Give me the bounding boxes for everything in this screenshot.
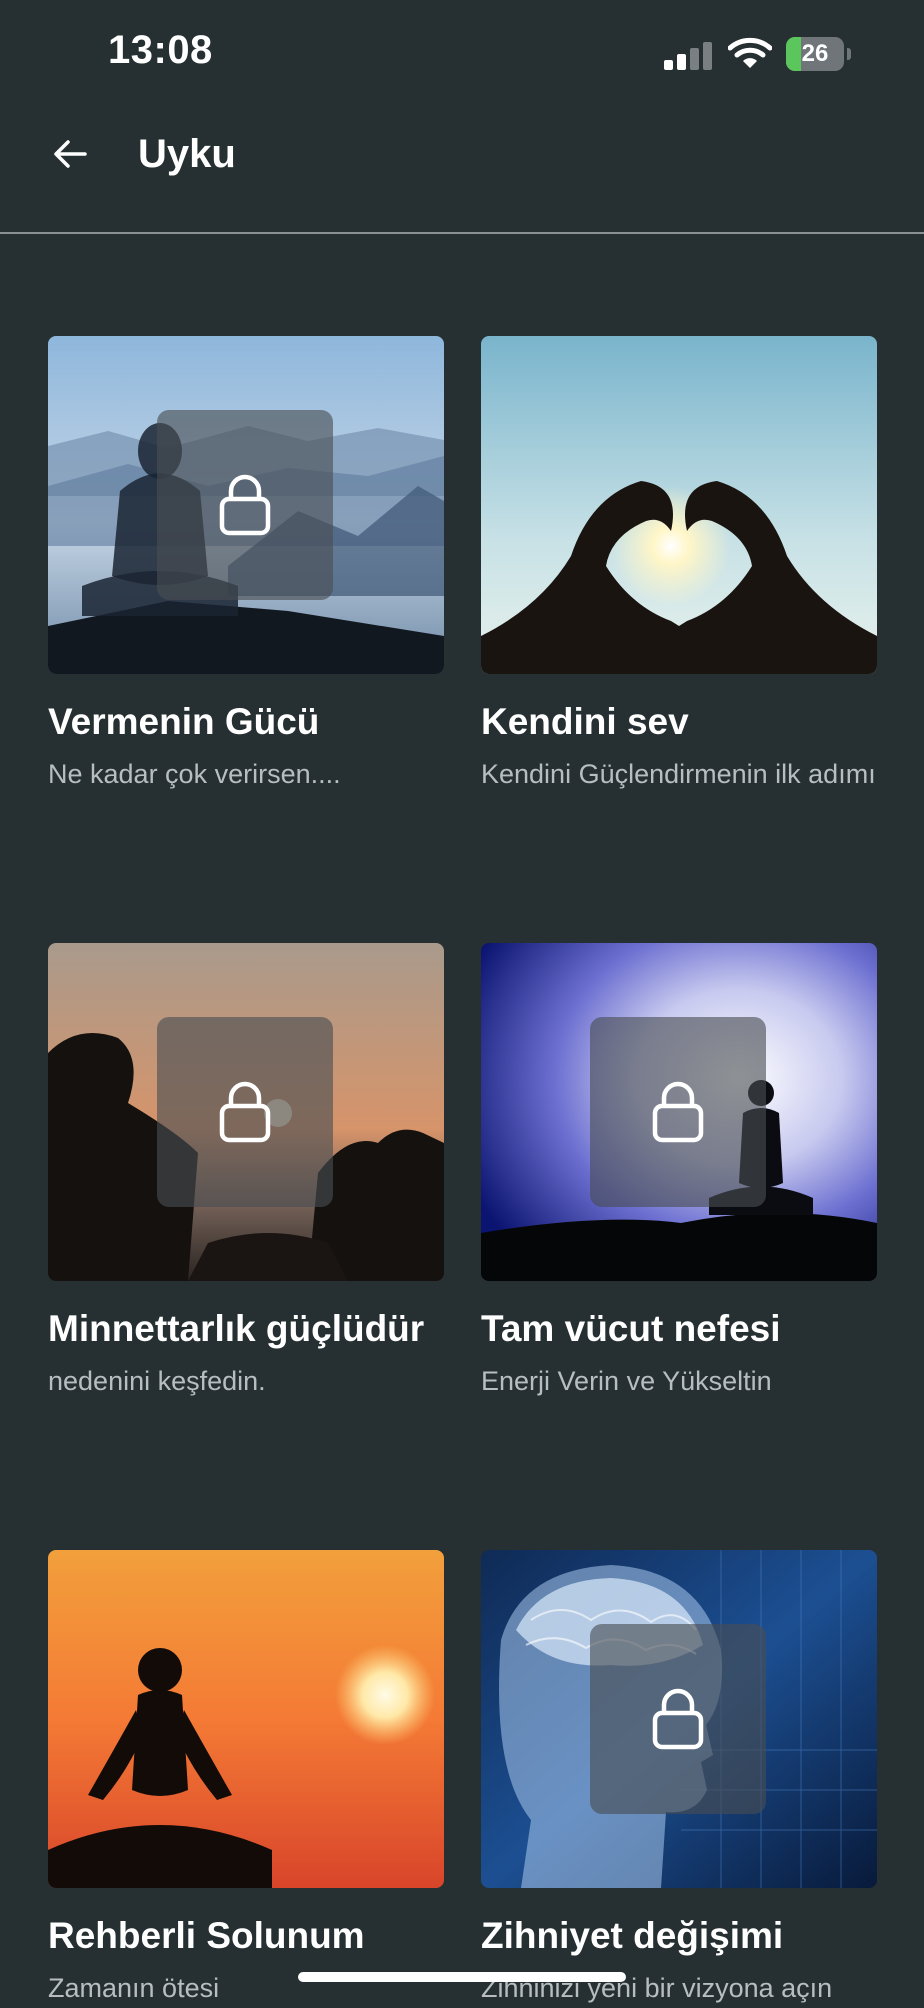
session-thumbnail — [481, 336, 877, 674]
arrow-left-icon — [54, 140, 87, 168]
locked-overlay — [157, 1017, 333, 1207]
session-title: Rehberli Solunum — [48, 1915, 365, 1956]
session-title: Zihniyet değişimi — [481, 1915, 784, 1956]
session-title: Kendini sev — [481, 701, 689, 742]
session-subtitle: nedenini keşfedin. — [48, 1366, 266, 1396]
session-subtitle: Kendini Güçlendirmenin ilk adımı — [481, 759, 876, 789]
session-title: Minnettarlık güçlüdür — [48, 1308, 425, 1349]
locked-overlay — [157, 410, 333, 600]
status-bar: 13:08 26 — [0, 0, 924, 110]
status-time: 13:08 — [108, 28, 213, 72]
session-title: Vermenin Gücü — [48, 701, 320, 742]
session-thumbnail — [48, 336, 444, 674]
locked-overlay — [590, 1624, 766, 1814]
page-title: Uyku — [138, 132, 236, 176]
header-divider — [0, 232, 924, 234]
lock-icon — [219, 1081, 271, 1143]
wifi-icon — [727, 36, 773, 75]
cellular-signal-icon — [664, 40, 714, 70]
lock-icon — [652, 1081, 704, 1143]
session-card[interactable]: Kendini sev Kendini Güçlendirmenin ilk a… — [481, 336, 877, 794]
locked-overlay — [590, 1017, 766, 1207]
session-card[interactable]: Vermenin Gücü Ne kadar çok verirsen.... — [48, 336, 444, 794]
lock-icon — [219, 474, 271, 536]
session-card[interactable]: Tam vücut nefesi Enerji Verin ve Yükselt… — [481, 943, 877, 1401]
session-subtitle: Ne kadar çok verirsen.... — [48, 759, 341, 789]
battery-icon: 26 — [786, 37, 851, 71]
session-card[interactable]: Zihniyet değişimi Zihninizi yeni bir viz… — [481, 1550, 877, 2008]
app-bar: Uyku — [0, 110, 924, 232]
session-thumbnail — [48, 1550, 444, 1888]
battery-level: 26 — [801, 40, 829, 67]
session-thumbnail — [481, 943, 877, 1281]
session-thumbnail — [48, 943, 444, 1281]
session-card[interactable]: Minnettarlık güçlüdür nedenini keşfedin. — [48, 943, 444, 1401]
back-button[interactable] — [44, 128, 96, 180]
lock-icon — [652, 1688, 704, 1750]
session-title: Tam vücut nefesi — [481, 1308, 781, 1349]
session-subtitle: Enerji Verin ve Yükseltin — [481, 1366, 772, 1396]
session-card[interactable]: Rehberli Solunum Zamanın ötesi — [48, 1550, 444, 2008]
session-thumbnail — [481, 1550, 877, 1888]
home-indicator[interactable] — [298, 1972, 626, 1982]
